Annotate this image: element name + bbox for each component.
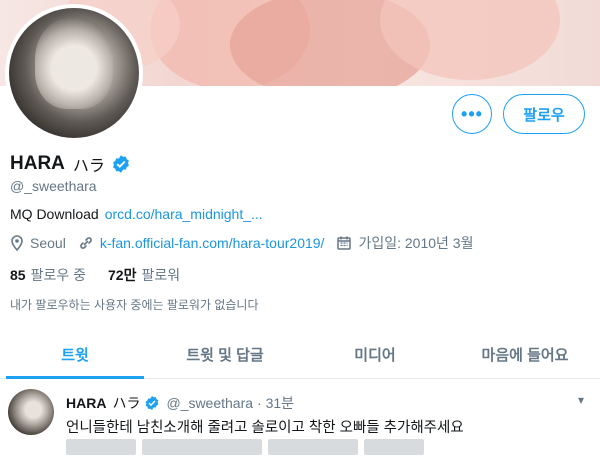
tab-media[interactable]: 미디어 [300,330,450,378]
verified-icon [112,155,129,173]
joined-text: 가입일: 2010년 3월 [358,235,474,251]
following-stat[interactable]: 85 팔로우 중 [10,265,86,285]
website-item: k-fan.official-fan.com/hara-tour2019/ [78,235,325,251]
tweet-author-name-jp: ハラ [112,395,141,411]
following-label: 팔로우 중 [30,267,86,283]
followers-stat[interactable]: 72만 팔로워 [108,265,180,285]
tweet-time[interactable]: · 31분 [257,393,294,413]
tab-likes[interactable]: 마음에 들어요 [450,330,600,378]
more-options-button[interactable]: ••• [452,94,492,134]
calendar-icon [337,236,352,250]
website-link[interactable]: k-fan.official-fan.com/hara-tour2019/ [100,235,325,251]
tweet-item[interactable]: HARA ハラ @_sweethara · 31분 ▾ 언니들한테 남친소개해 … [0,379,600,471]
tweet-header: HARA ハラ @_sweethara · 31분 [66,393,294,413]
verified-icon [146,396,159,410]
profile-name-jp: ハラ [72,158,105,175]
profile-name: HARA [10,153,65,174]
bio-text: MQ Download [10,206,99,222]
profile-handle: @_sweethara [10,178,97,194]
location-icon [11,235,23,251]
location-item: Seoul [10,235,66,251]
profile-name-row: HARA ハラ [10,152,131,176]
mutual-followers-note: 내가 팔로우하는 사용자 중에는 팔로워가 없습니다 [10,298,259,312]
joined-item: 가입일: 2010년 3월 [336,233,473,253]
tab-tweets[interactable]: 트윗 [0,330,150,379]
tweet-author-name[interactable]: HARA [66,395,106,411]
followers-label: 팔로워 [141,267,181,283]
chevron-down-icon[interactable]: ▾ [578,393,584,407]
location-text: Seoul [30,235,66,251]
profile-avatar[interactable] [5,4,143,142]
avatar-photo [9,8,139,138]
profile-tabs: 트윗 트윗 및 답글 미디어 마음에 들어요 [0,330,600,379]
profile-meta: Seoul k-fan.official-fan.com/hara-tour20… [10,233,485,253]
tweet-blurred-content [66,439,424,455]
tweet-avatar[interactable] [8,389,54,435]
follow-counts: 85 팔로우 중 72만 팔로워 [10,265,202,285]
following-count: 85 [10,267,26,283]
follow-button[interactable]: 팔로우 [503,94,585,134]
bio-link[interactable]: orcd.co/hara_midnight_... [105,206,263,222]
tab-tweets-replies[interactable]: 트윗 및 답글 [150,330,300,378]
tweet-author-handle[interactable]: @_sweethara [166,395,253,411]
tweet-text: 언니들한테 남친소개해 줄려고 솔로이고 착한 오빠들 추가해주세요 [66,420,464,436]
followers-count: 72만 [108,267,137,283]
profile-bio: MQ Download orcd.co/hara_midnight_... [10,206,263,222]
link-icon [79,237,92,249]
